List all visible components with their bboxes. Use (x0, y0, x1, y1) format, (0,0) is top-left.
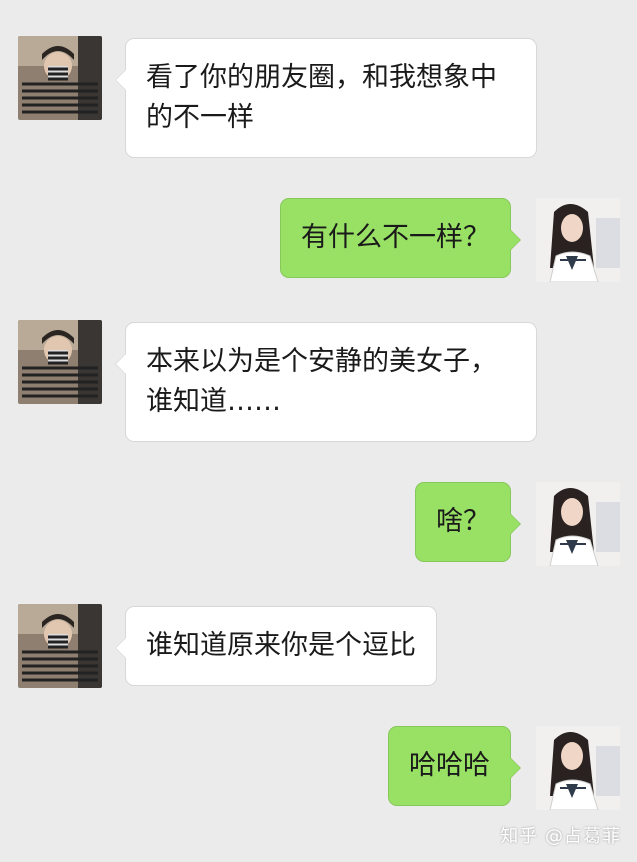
girl-avatar-icon (536, 482, 620, 566)
message-text: 本来以为是个安静的美女子， 谁知道…… (146, 346, 497, 417)
contact-avatar[interactable] (18, 36, 102, 120)
girl-avatar-icon (536, 726, 620, 810)
girl-avatar-icon (536, 198, 620, 282)
incoming-message-bubble[interactable]: 本来以为是个安静的美女子， 谁知道…… (115, 322, 537, 442)
self-avatar[interactable] (536, 198, 620, 282)
chat-window: 看了你的朋友圈，和我想象中 的不一样 有什么不一样？ 本来以为是个安静的美女子，… (0, 0, 637, 862)
self-avatar[interactable] (536, 726, 620, 810)
contact-avatar[interactable] (18, 604, 102, 688)
message-text: 哈哈哈 (409, 750, 490, 781)
zhihu-watermark: 知乎 @占葛菲 (500, 826, 621, 847)
message-text: 啥？ (436, 506, 490, 537)
outgoing-message-bubble[interactable]: 有什么不一样？ (280, 198, 521, 278)
self-avatar[interactable] (536, 482, 620, 566)
boy-avatar-icon (18, 36, 102, 120)
outgoing-message-bubble[interactable]: 啥？ (415, 482, 521, 562)
message-text: 有什么不一样？ (301, 222, 490, 253)
incoming-message-bubble[interactable]: 谁知道原来你是个逗比 (115, 606, 437, 686)
boy-avatar-icon (18, 604, 102, 688)
message-text: 看了你的朋友圈，和我想象中 的不一样 (146, 62, 497, 133)
outgoing-message-bubble[interactable]: 哈哈哈 (388, 726, 521, 806)
boy-avatar-icon (18, 320, 102, 404)
contact-avatar[interactable] (18, 320, 102, 404)
incoming-message-bubble[interactable]: 看了你的朋友圈，和我想象中 的不一样 (115, 38, 537, 158)
message-text: 谁知道原来你是个逗比 (146, 630, 416, 661)
